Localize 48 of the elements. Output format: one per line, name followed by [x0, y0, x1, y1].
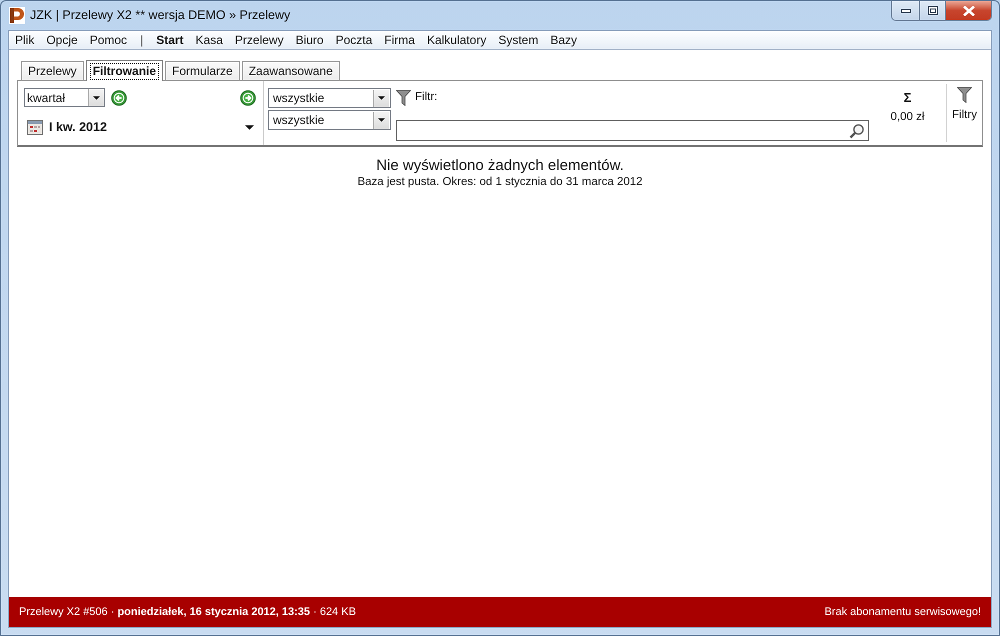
status-text: Przelewy X2 #506 · poniedziałek, 16 stycznia 2012, 13:35 · 624 KB — [19, 604, 356, 620]
minimize-icon — [900, 8, 910, 12]
menu-item[interactable]: Bazy — [544, 31, 584, 49]
period-picker[interactable]: I kw. 2012 — [24, 118, 256, 136]
empty-message: Nie wyświetlono żadnych elementów. — [376, 156, 624, 175]
sum-value: 0,00 zł — [890, 110, 924, 125]
caret-icon — [93, 96, 100, 100]
funnel-icon — [396, 90, 411, 106]
filter-dropdown[interactable]: wszystkie — [268, 110, 391, 130]
caret-icon — [378, 118, 385, 122]
menu-item[interactable]: Opcje — [40, 31, 84, 49]
menu-item[interactable]: Start — [150, 31, 190, 49]
subscription-notice: Brak abonamentu serwisowego! — [824, 604, 981, 620]
window-title: JZK | Przelewy X2 ** wersja DEMO » Przelewy — [30, 7, 290, 24]
menu-item[interactable]: Biuro — [290, 31, 330, 49]
filter-label: Filtr: — [415, 90, 438, 106]
menu-item[interactable]: Kalkulatory — [420, 31, 492, 49]
menu-item[interactable]: Poczta — [330, 31, 378, 49]
menu-item[interactable]: Pomoc — [84, 31, 134, 49]
tab[interactable]: Formularze — [165, 61, 240, 80]
close-icon — [962, 6, 974, 16]
tab[interactable]: Filtrowanie — [86, 60, 164, 81]
funnel-icon — [957, 87, 972, 103]
menu-item[interactable]: Plik — [9, 31, 40, 49]
maximize-button[interactable] — [920, 1, 946, 20]
search-icon — [849, 122, 865, 138]
arrow-left-icon[interactable] — [111, 90, 127, 106]
menu-separator: | — [139, 32, 144, 49]
caret-icon — [245, 124, 254, 130]
sum-symbol: Σ — [904, 90, 912, 106]
tab[interactable]: Zaawansowane — [242, 61, 340, 80]
arrow-right-icon[interactable] — [240, 90, 256, 106]
tab[interactable]: Przelewy — [21, 61, 84, 80]
menu-item[interactable]: Przelewy — [228, 31, 290, 49]
filter-dropdown[interactable]: wszystkie — [268, 88, 391, 108]
caret-icon — [378, 96, 385, 100]
app-logo-icon — [9, 7, 25, 24]
calendar-icon — [27, 119, 43, 135]
empty-message-detail: Baza jest pusta. Okres: od 1 stycznia do 31 marca 2012 — [357, 175, 643, 190]
filters-button[interactable]: Filtry — [947, 81, 982, 145]
menu-item[interactable]: Firma — [378, 31, 421, 49]
close-button[interactable] — [946, 1, 991, 20]
menu-item[interactable]: Kasa — [190, 31, 229, 49]
minimize-button[interactable] — [892, 1, 920, 20]
period-type-dropdown[interactable]: kwartał — [24, 88, 105, 107]
search-field[interactable] — [396, 120, 869, 141]
menu-item[interactable]: System — [492, 31, 544, 49]
restore-icon — [928, 6, 938, 15]
